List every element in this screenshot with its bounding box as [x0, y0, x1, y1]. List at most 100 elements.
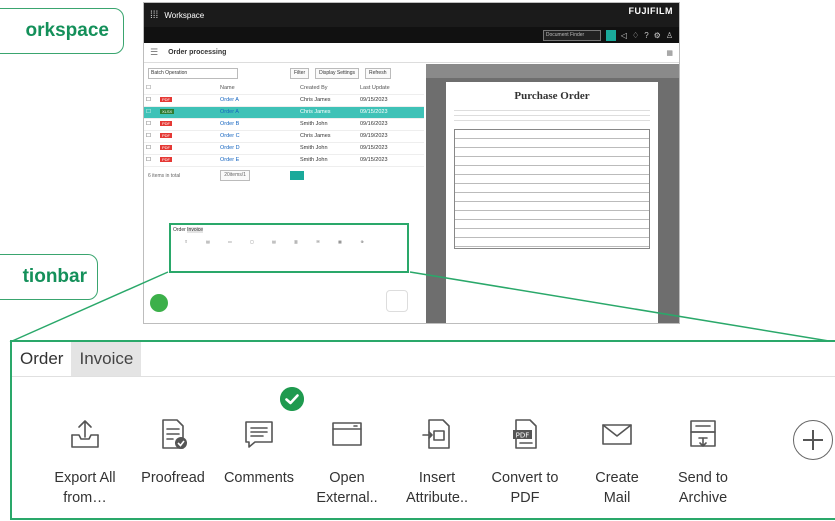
last-update-cell: 09/15/2023 [358, 106, 424, 119]
stage: orkspace tionbar ⁞⁞⁞ Workspace FUJIFILM … [0, 0, 835, 521]
refresh-button[interactable]: Refresh [364, 67, 391, 79]
proofread-label: Proofread [141, 470, 205, 486]
workspace-app-preview: ⁞⁞⁞ Workspace FUJIFILM Document Finder ◁… [143, 2, 680, 324]
filter-button[interactable]: Filter [290, 67, 310, 79]
file-type-badge: PDF [160, 121, 172, 126]
window-icon [332, 422, 362, 446]
hamburger-menu-icon[interactable]: ☰ [150, 47, 158, 58]
last-update-cell: 09/19/2023 [358, 130, 424, 143]
row-checkbox[interactable]: ☐ [144, 118, 158, 131]
document-name-link[interactable]: Order E [220, 157, 239, 163]
display-settings-button[interactable]: Display Settings [315, 67, 359, 79]
send-to-archive-button[interactable]: Send to Archive [658, 377, 748, 518]
convert-to-pdf-button[interactable]: PDF Convert to PDF [480, 377, 570, 518]
row-checkbox[interactable]: ☐ [144, 106, 158, 119]
last-update-cell: 09/15/2023 [358, 154, 424, 167]
batch-operation-select[interactable]: Batch Operation [148, 67, 238, 79]
document-name-link[interactable]: Order C [220, 133, 240, 139]
document-search-input[interactable]: Document Finder [542, 29, 601, 41]
svg-text:PDF: PDF [516, 432, 530, 440]
send-icon[interactable]: ◁ [621, 31, 627, 40]
tray-button[interactable] [386, 290, 408, 312]
callout-actionbar: tionbar [0, 254, 98, 300]
row-checkbox[interactable]: ☐ [144, 130, 158, 143]
per-page-select[interactable]: 20items/1 [220, 170, 250, 181]
actionbar-preview-icons: ⇪ ▤ ▭ ▢ ▤ ▥ ✉ ▦ ⊕ [184, 239, 364, 244]
created-by-cell: Smith John [298, 142, 358, 155]
app-grid-icon[interactable]: ⁞⁞⁞ [150, 10, 158, 21]
callout-workspace-label: orkspace [25, 20, 109, 41]
viewer-toolbar [426, 64, 679, 78]
file-type-badge: XLSX [160, 109, 175, 114]
document-viewer: Purchase Order [426, 64, 679, 323]
last-update-cell: 09/16/2023 [358, 118, 424, 131]
notification-icon[interactable]: ♢ [632, 31, 639, 40]
actionbar-preview-tabs: Order Invoice [173, 227, 204, 233]
table-row[interactable]: ☐ XLSX Order A Chris James 09/15/2023 [144, 106, 424, 119]
help-icon[interactable]: ? [644, 31, 648, 40]
export-all-button[interactable]: Export All from… [40, 377, 130, 518]
row-checkbox[interactable]: ☐ [144, 142, 158, 155]
last-update-cell: 09/15/2023 [358, 142, 424, 155]
file-type-badge: PDF [160, 133, 172, 138]
created-by-cell: Chris James [298, 106, 358, 119]
gear-icon[interactable]: ⚙ [654, 31, 661, 40]
proofread-document-icon [162, 419, 187, 449]
proofread-button[interactable]: Proofread [128, 377, 218, 518]
file-type-badge: PDF [160, 97, 172, 102]
created-by-cell: Chris James [298, 94, 358, 107]
page-button[interactable] [289, 171, 304, 180]
convert-to-pdf-label: Convert to PDF [491, 470, 559, 506]
app-top-bar: ⁞⁞⁞ Workspace FUJIFILM [144, 3, 679, 27]
archive-icon [690, 420, 716, 447]
insert-attribute-label: Insert Attribute.. [405, 470, 469, 506]
file-type-badge: PDF [160, 157, 172, 162]
page-title: Order processing [168, 49, 227, 56]
export-all-label: Export All from… [54, 470, 116, 506]
document-list-pane: Batch Operation Filter Display Settings … [144, 64, 424, 323]
column-header-last-update[interactable]: Last Update [358, 82, 424, 95]
tab-order[interactable]: Order [12, 342, 72, 376]
create-mail-button[interactable]: Create Mail [572, 377, 662, 518]
open-external-label: Open External.. [316, 470, 378, 506]
document-name-link[interactable]: Order D [220, 145, 240, 151]
table-row[interactable]: ☐ PDF Order C Chris James 09/19/2023 [144, 130, 424, 143]
document-table: ☐ Name Created By Last Update ☐ PDF Order … [144, 82, 424, 167]
actionbar-preview: Order Invoice ⇪ ▤ ▭ ▢ ▤ ▥ ✉ ▦ ⊕ [169, 223, 409, 273]
search-button[interactable] [605, 29, 616, 41]
insert-document-icon [422, 419, 450, 449]
callout-actionbar-label: tionbar [22, 266, 87, 287]
actionbar: Order Invoice Export All from… Proofread C… [10, 340, 835, 520]
created-by-cell: Smith John [298, 118, 358, 131]
mail-icon [602, 424, 632, 445]
export-tray-icon [71, 420, 99, 448]
document-name-link[interactable]: Order A [220, 109, 239, 115]
insert-attribute-button[interactable]: Insert Attribute.. [392, 377, 482, 518]
table-row[interactable]: ☐ PDF Order A Chris James 09/15/2023 [144, 94, 424, 107]
send-to-archive-label: Send to Archive [678, 470, 728, 506]
row-checkbox[interactable]: ☐ [144, 154, 158, 167]
layout-icon[interactable]: ▦ [666, 49, 673, 57]
document-name-link[interactable]: Order A [220, 97, 239, 103]
user-icon[interactable]: ♙ [666, 31, 673, 40]
column-header-created-by[interactable]: Created By [298, 82, 358, 95]
plus-circle-icon[interactable] [793, 420, 833, 460]
file-type-badge: PDF [160, 145, 172, 150]
open-external-button[interactable]: Open External.. [302, 377, 392, 518]
table-row[interactable]: ☐ PDF Order B Smith John 09/16/2023 [144, 118, 424, 131]
created-by-cell: Smith John [298, 154, 358, 167]
document-name-link[interactable]: Order B [220, 121, 239, 127]
page-header: ☰ Order processing ▦ [144, 43, 679, 63]
column-header-name[interactable]: Name [218, 82, 298, 95]
row-checkbox[interactable]: ☐ [144, 94, 158, 107]
check-badge-icon [280, 387, 304, 411]
tab-invoice[interactable]: Invoice [71, 342, 142, 376]
comments-label: Comments [223, 470, 295, 486]
document-title: Purchase Order [514, 90, 590, 102]
table-row[interactable]: ☐ PDF Order E Smith John 09/15/2023 [144, 154, 424, 167]
table-row[interactable]: ☐ PDF Order D Smith John 09/15/2023 [144, 142, 424, 155]
actionbar-actions: Export All from… Proofread Comments Open Ex… [12, 376, 835, 518]
assistant-fab[interactable] [150, 294, 168, 312]
brand-logo: FUJIFILM [628, 6, 673, 16]
app-sub-bar: Document Finder ◁ ♢ ? ⚙ ♙ [144, 27, 679, 43]
